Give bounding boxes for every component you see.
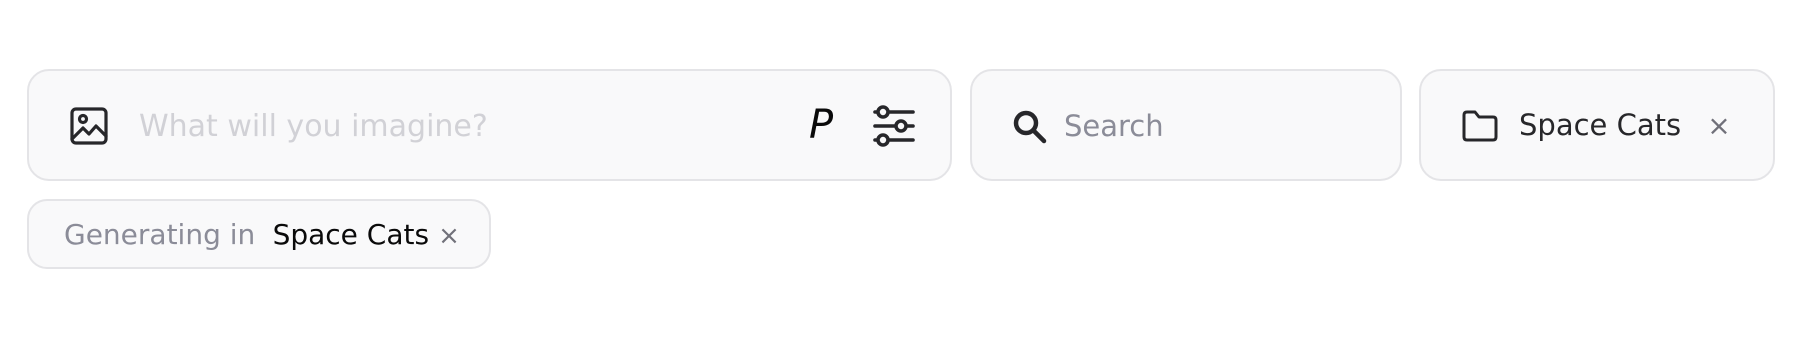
generating-prefix: Generating in	[64, 218, 256, 251]
folder-label: Space Cats	[1519, 108, 1682, 142]
generating-chip: Generating in Space Cats ×	[27, 199, 491, 269]
close-icon[interactable]: ×	[1701, 107, 1737, 143]
sliders-icon[interactable]	[871, 105, 917, 147]
prompt-bar[interactable]: P	[27, 69, 952, 181]
search-icon	[1012, 109, 1048, 145]
style-p-button[interactable]: P	[799, 97, 843, 153]
close-icon[interactable]: ×	[431, 218, 467, 254]
folder-chip[interactable]: Space Cats ×	[1419, 69, 1775, 181]
search-input[interactable]	[1064, 99, 1374, 153]
folder-icon	[1461, 109, 1499, 143]
prompt-input[interactable]	[139, 99, 779, 153]
image-icon[interactable]	[69, 106, 109, 146]
generating-folder-name: Space Cats	[272, 218, 430, 251]
search-bar[interactable]	[970, 69, 1402, 181]
generating-status: Generating in Space Cats	[64, 215, 429, 255]
